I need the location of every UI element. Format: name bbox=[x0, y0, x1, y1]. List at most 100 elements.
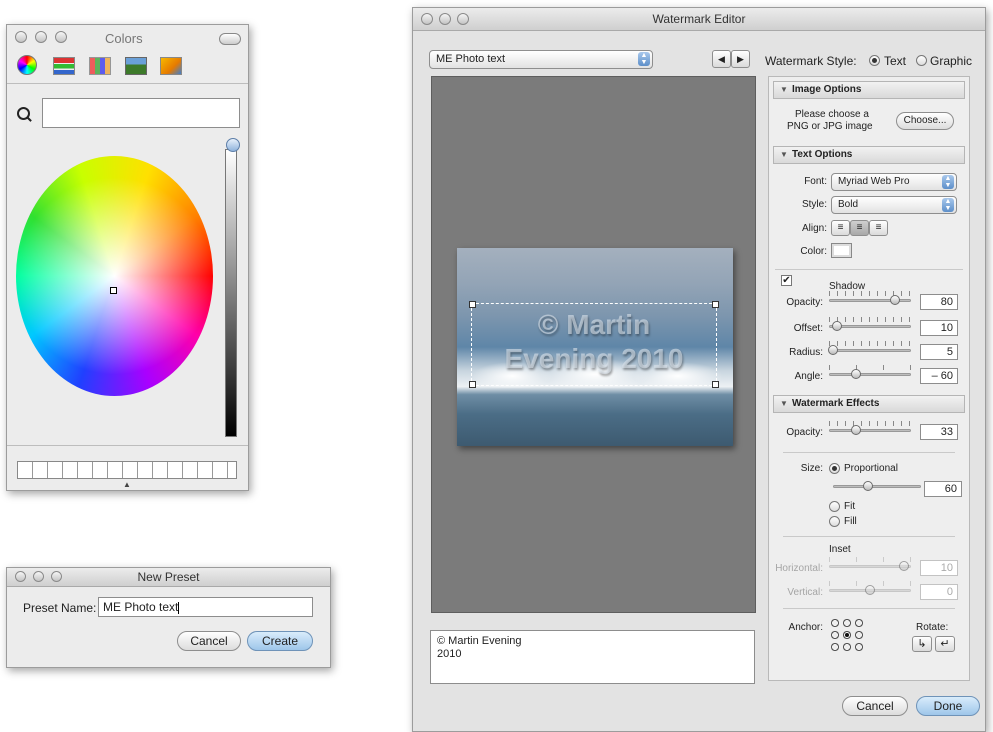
color-wheel-cursor[interactable] bbox=[110, 287, 117, 294]
watermark-text-preview: © Martin Evening 2010 bbox=[504, 309, 684, 374]
effects-opacity-slider[interactable] bbox=[829, 421, 911, 435]
align-center-icon[interactable]: ≡ bbox=[850, 220, 869, 236]
align-label: Align: bbox=[801, 223, 827, 234]
watermark-editor-window: Watermark Editor ME Photo text ▲ ▼ ◀ ▶ Wa… bbox=[412, 7, 986, 732]
shadow-opacity-field[interactable]: 80 bbox=[920, 294, 958, 310]
shadow-offset-slider[interactable] bbox=[829, 317, 911, 331]
size-label: Size: bbox=[800, 463, 823, 474]
shadow-radius-field[interactable]: 5 bbox=[920, 344, 958, 360]
image-options-title: Image Options bbox=[792, 84, 862, 95]
color-sliders-icon[interactable] bbox=[53, 57, 75, 75]
zoom-window-button[interactable] bbox=[55, 31, 67, 43]
shadow-radius-slider[interactable] bbox=[828, 341, 911, 355]
inset-label: Inset bbox=[829, 544, 851, 555]
preset-select-value: ME Photo text bbox=[436, 53, 506, 65]
divider bbox=[783, 536, 955, 537]
brightness-slider-knob[interactable] bbox=[226, 138, 240, 152]
style-select[interactable]: Bold ▲ ▼ bbox=[831, 196, 957, 214]
size-fit-label: Fit bbox=[844, 501, 856, 512]
divider bbox=[783, 608, 955, 609]
watermark-text-field[interactable]: © Martin Evening 2010 bbox=[430, 630, 755, 684]
align-left-icon[interactable]: ≡ bbox=[831, 220, 850, 236]
shadow-offset-field[interactable]: 10 bbox=[920, 320, 958, 336]
divider bbox=[775, 269, 963, 270]
size-proportional-radio[interactable] bbox=[829, 463, 840, 474]
colors-window: Colors ▲ bbox=[6, 24, 249, 491]
anchor-center-selected bbox=[845, 633, 849, 637]
text-options-header[interactable]: ▼ Text Options bbox=[773, 146, 965, 164]
shadow-radius-label: Radius: bbox=[789, 347, 823, 358]
close-window-button[interactable] bbox=[15, 31, 27, 43]
resize-handle[interactable] bbox=[712, 301, 719, 308]
toolbar-toggle-button[interactable] bbox=[219, 33, 241, 45]
previous-image-button[interactable]: ◀ bbox=[712, 50, 731, 68]
resize-handle[interactable] bbox=[712, 381, 719, 388]
text-color-well[interactable] bbox=[831, 243, 852, 258]
color-wheel-icon[interactable] bbox=[17, 55, 37, 75]
watermark-effects-title: Watermark Effects bbox=[792, 398, 880, 409]
shadow-offset-label: Offset: bbox=[793, 323, 823, 334]
watermark-editor-title: Watermark Editor bbox=[652, 12, 746, 26]
chevron-updown-icon: ▲ ▼ bbox=[638, 52, 650, 66]
style-select-value: Bold bbox=[838, 199, 859, 210]
effects-opacity-field[interactable]: 33 bbox=[920, 424, 958, 440]
cancel-button[interactable]: Cancel bbox=[842, 696, 908, 716]
anchor-label: Anchor: bbox=[788, 622, 823, 633]
disclosure-triangle-icon: ▼ bbox=[780, 85, 788, 94]
size-slider[interactable] bbox=[833, 477, 921, 491]
watermark-effects-header[interactable]: ▼ Watermark Effects bbox=[773, 395, 965, 413]
swatch-drawer-chevron-icon[interactable]: ▲ bbox=[123, 480, 131, 489]
effects-opacity-label: Opacity: bbox=[786, 427, 823, 438]
font-label: Font: bbox=[804, 176, 827, 187]
cancel-button[interactable]: Cancel bbox=[177, 631, 241, 651]
horizontal-inset-slider[interactable] bbox=[829, 557, 911, 571]
color-swatches[interactable] bbox=[17, 461, 237, 479]
rotate-left-icon[interactable]: ↳ bbox=[912, 636, 932, 652]
preset-name-input[interactable]: ME Photo text bbox=[98, 597, 313, 617]
size-proportional-label: Proportional bbox=[844, 463, 898, 474]
shadow-opacity-label: Opacity: bbox=[786, 297, 823, 308]
shadow-checkbox[interactable]: ✔ bbox=[781, 275, 792, 286]
vertical-inset-label: Vertical: bbox=[787, 587, 823, 598]
font-select[interactable]: Myriad Web Pro ▲ ▼ bbox=[831, 173, 957, 191]
style-graphic-radio[interactable] bbox=[916, 55, 927, 66]
size-field[interactable]: 60 bbox=[924, 481, 962, 497]
resize-handle[interactable] bbox=[469, 381, 476, 388]
watermark-bounding-box[interactable]: © Martin Evening 2010 bbox=[469, 301, 719, 388]
divider bbox=[783, 452, 955, 453]
size-fill-radio[interactable] bbox=[829, 516, 840, 527]
resize-handle[interactable] bbox=[469, 301, 476, 308]
color-search-input[interactable] bbox=[42, 98, 240, 128]
image-palettes-icon[interactable] bbox=[125, 57, 147, 75]
image-options-header[interactable]: ▼ Image Options bbox=[773, 81, 965, 99]
watermark-text-line: © Martin Evening bbox=[437, 635, 522, 647]
vertical-inset-slider[interactable] bbox=[829, 581, 911, 595]
preset-select[interactable]: ME Photo text ▲ ▼ bbox=[429, 50, 653, 69]
watermark-style-label: Watermark Style: bbox=[765, 54, 857, 68]
shadow-opacity-slider[interactable] bbox=[829, 291, 911, 305]
crayons-icon[interactable] bbox=[160, 57, 182, 75]
horizontal-inset-label: Horizontal: bbox=[775, 563, 823, 574]
shadow-angle-slider[interactable] bbox=[829, 365, 911, 379]
vertical-inset-field[interactable]: 0 bbox=[920, 584, 958, 600]
minimize-window-button[interactable] bbox=[35, 31, 47, 43]
shadow-angle-field[interactable]: – 60 bbox=[920, 368, 958, 384]
color-wheel[interactable] bbox=[16, 156, 213, 396]
horizontal-inset-field[interactable]: 10 bbox=[920, 560, 958, 576]
align-right-icon[interactable]: ≡ bbox=[869, 220, 888, 236]
color-palettes-icon[interactable] bbox=[89, 57, 111, 75]
style-graphic-label: Graphic bbox=[930, 54, 973, 68]
brightness-slider[interactable] bbox=[225, 149, 237, 437]
choose-image-button[interactable]: Choose... bbox=[896, 112, 954, 130]
style-text-label: Text bbox=[884, 54, 907, 68]
size-fit-radio[interactable] bbox=[829, 501, 840, 512]
rotate-right-icon[interactable]: ↵ bbox=[935, 636, 955, 652]
preview-area: © Martin Evening 2010 bbox=[431, 76, 756, 613]
create-button[interactable]: Create bbox=[247, 631, 313, 651]
rotate-label: Rotate: bbox=[916, 622, 949, 633]
style-text-radio[interactable] bbox=[869, 55, 880, 66]
color-label: Color: bbox=[800, 246, 827, 257]
watermark-editor-titlebar: Watermark Editor bbox=[413, 8, 985, 31]
done-button[interactable]: Done bbox=[916, 696, 980, 716]
next-image-button[interactable]: ▶ bbox=[731, 50, 750, 68]
